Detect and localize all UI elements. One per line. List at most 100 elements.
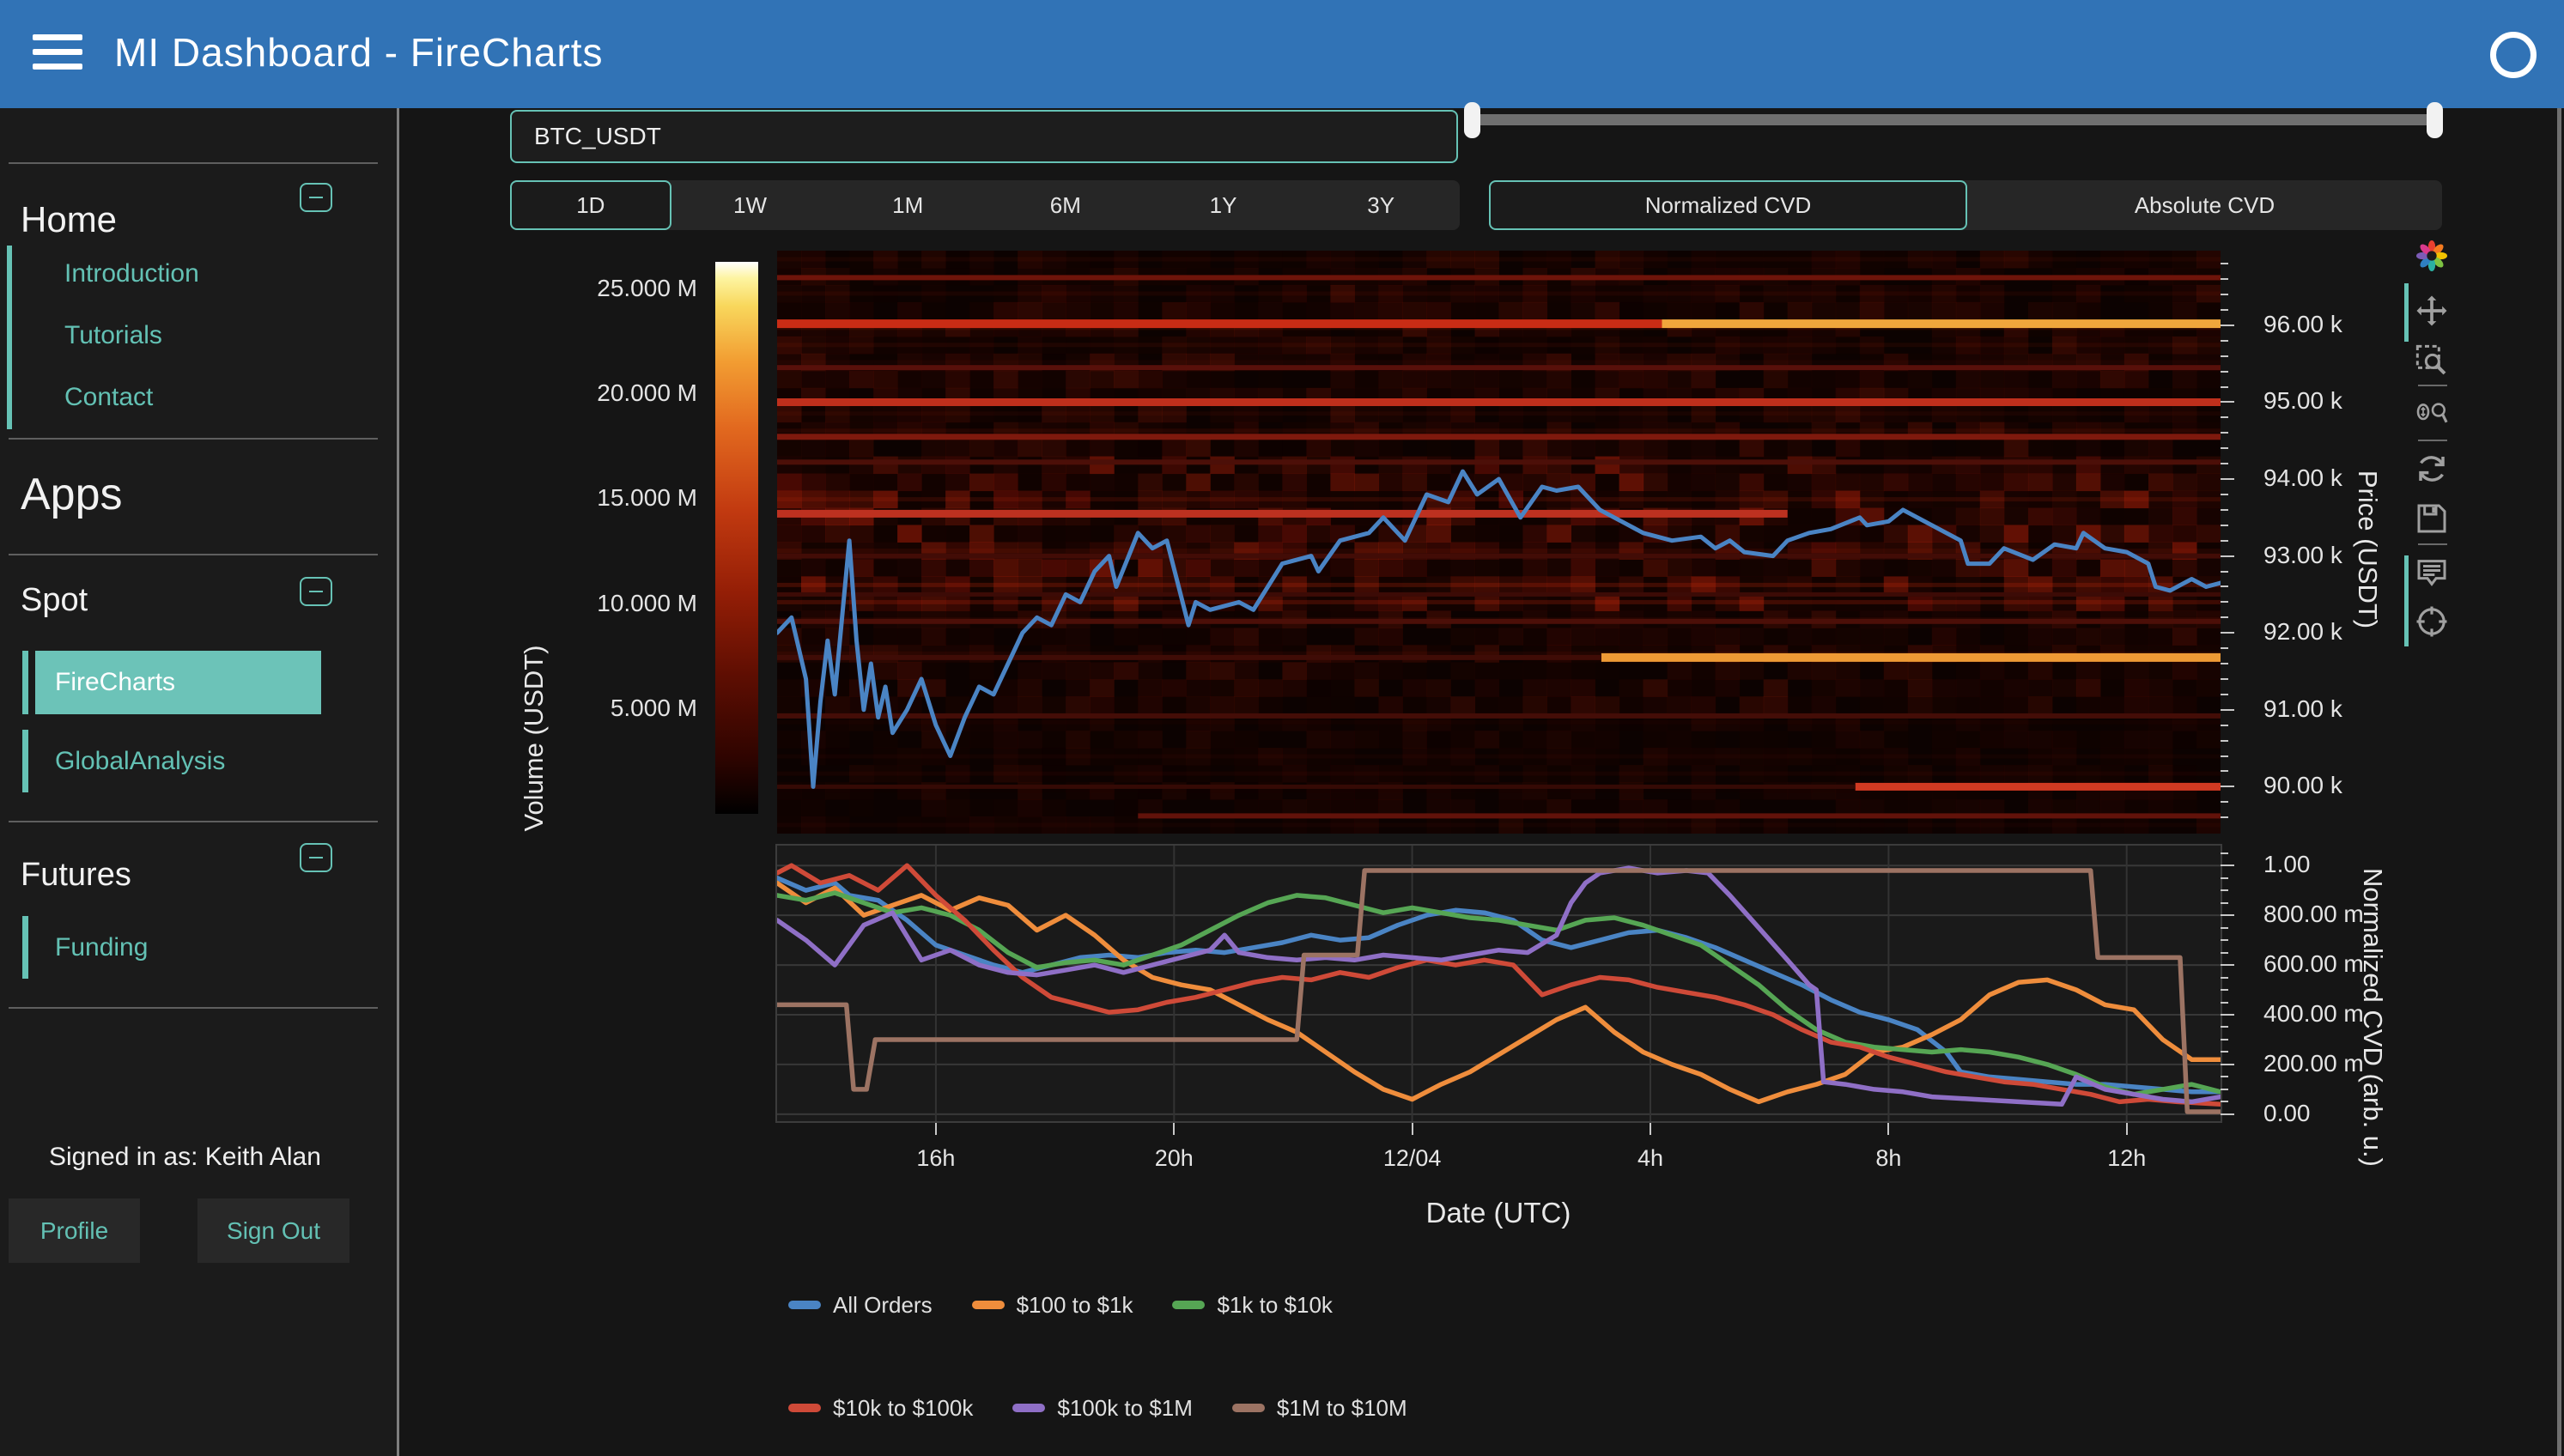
slider-handle-left[interactable] [1464,102,1480,138]
pan-icon[interactable] [2415,294,2449,328]
price-tick-label: 95.00 k [2263,387,2342,415]
price-tick [2221,709,2234,711]
cvd-tick [2221,1039,2228,1040]
sidebar-item-firecharts[interactable]: FireCharts [35,651,321,714]
user-avatar-icon[interactable] [2490,32,2537,78]
sidebar-section-spot: Spot [21,582,88,619]
sidebar-section-apps: Apps [21,469,123,520]
normalized-cvd-button[interactable]: Normalized CVD [1489,180,1967,230]
divider [9,821,378,822]
collapse-futures-button[interactable] [300,843,332,872]
cvd-tick [2221,1113,2234,1115]
cvd-line-chart[interactable] [777,846,2221,1121]
price-tick-label: 93.00 k [2263,542,2342,569]
legend-item-all-orders[interactable]: All Orders [788,1292,933,1319]
x-tick-label: 12/04 [1361,1145,1464,1172]
sidebar-section-home: Home [21,199,117,240]
range-1w-button[interactable]: 1W [671,180,829,230]
modebar-separator [2418,385,2447,386]
legend-item--100k-to-1m[interactable]: $100k to $1M [1012,1395,1193,1422]
x-axis-title: Date (UTC) [1426,1197,1571,1229]
cvd-tick [2221,1014,2234,1016]
price-tick [2221,616,2228,618]
sidebar-item-funding[interactable]: Funding [55,933,148,962]
zoom-in-out-icon[interactable] [2415,398,2449,433]
tooltip-icon[interactable] [2415,555,2449,590]
x-tick-label: 12h [2075,1145,2178,1172]
legend-item--10k-to-100k[interactable]: $10k to $100k [788,1395,973,1422]
legend-item--1m-to-10m[interactable]: $1M to $10M [1232,1395,1407,1422]
scrollbar[interactable] [2557,108,2561,1456]
legend-item--1k-to-10k[interactable]: $1k to $10k [1172,1292,1332,1319]
range-1y-button[interactable]: 1Y [1145,180,1303,230]
range-slider-track[interactable] [1472,114,2435,125]
sidebar-item-contact[interactable]: Contact [64,383,153,412]
reset-axes-icon[interactable] [2415,452,2449,486]
price-tick-label: 90.00 k [2263,772,2342,799]
item-bar [22,916,28,979]
active-item-bar [22,651,28,714]
cvd-tick-label: 1.00 [2263,851,2311,878]
plotly-logo-icon[interactable] [2415,239,2449,273]
profile-button[interactable]: Profile [9,1198,140,1263]
x-tick [1173,1123,1175,1135]
cvd-tick [2221,864,2234,866]
cvd-tick-label: 400.00 m [2263,1000,2364,1028]
cvd-tick-label: 800.00 m [2263,901,2364,928]
symbol-input[interactable] [510,110,1458,163]
spikeline-icon[interactable] [2415,604,2449,639]
range-6m-button[interactable]: 6M [987,180,1145,230]
price-tick-label: 96.00 k [2263,311,2342,338]
price-axis-title: Price (USDT) [2352,470,2383,628]
x-tick-label: 8h [1837,1145,1940,1172]
cvd-tick-label: 200.00 m [2263,1050,2364,1077]
price-tick [2221,571,2228,573]
range-1m-button[interactable]: 1M [829,180,987,230]
legend-label: $100 to $1k [1017,1292,1133,1319]
x-tick-label: 20h [1122,1145,1225,1172]
legend-swatch [1172,1301,1205,1309]
price-tick [2221,340,2228,342]
legend-label: All Orders [833,1292,933,1319]
price-tick-label: 92.00 k [2263,618,2342,646]
cvd-tick [2221,1026,2228,1028]
sidebar-item-introduction[interactable]: Introduction [64,259,199,288]
price-tick [2221,463,2228,464]
divider [9,162,378,164]
price-tick [2221,401,2234,403]
colorbar-tick-label: 10.000 M [515,590,697,617]
range-1d-button[interactable]: 1D [510,180,671,230]
absolute-cvd-button[interactable]: Absolute CVD [1967,180,2442,230]
cvd-tick [2221,989,2228,991]
modebar-active-indicator [2404,555,2409,646]
slider-handle-right[interactable] [2427,102,2443,138]
colorbar-tick-label: 20.000 M [515,379,697,407]
price-tick [2221,416,2228,418]
save-icon[interactable] [2415,501,2449,536]
hamburger-menu-icon[interactable] [33,34,82,75]
price-tick [2221,647,2228,649]
sidebar-item-globalanalysis[interactable]: GlobalAnalysis [55,747,225,776]
legend-item--100-to-1k[interactable]: $100 to $1k [972,1292,1133,1319]
colorbar-axis-title: Volume (USDT) [519,645,550,831]
price-tick [2221,309,2228,311]
colorbar-tick-label: 15.000 M [515,484,697,512]
price-tick [2221,725,2228,726]
modebar-separator [2418,543,2447,545]
range-3y-button[interactable]: 3Y [1302,180,1460,230]
timeframe-button-group: 1D 1W 1M 6M 1Y 3Y [510,180,1460,230]
zoom-select-icon[interactable] [2415,343,2449,378]
price-tick-label: 94.00 k [2263,464,2342,492]
cvd-tick [2221,1076,2228,1077]
cvd-tick [2221,877,2228,879]
price-tick [2221,816,2228,818]
sidebar-item-tutorials[interactable]: Tutorials [64,321,162,350]
price-tick [2221,663,2228,664]
collapse-home-button[interactable] [300,183,332,212]
cvd-tick [2221,902,2228,904]
legend-row-2: $10k to $100k $100k to $1M $1M to $10M [788,1391,1407,1425]
collapse-spot-button[interactable] [300,577,332,606]
volume-heatmap-chart[interactable] [777,251,2221,834]
cvd-tick [2221,977,2228,979]
sign-out-button[interactable]: Sign Out [197,1198,349,1263]
